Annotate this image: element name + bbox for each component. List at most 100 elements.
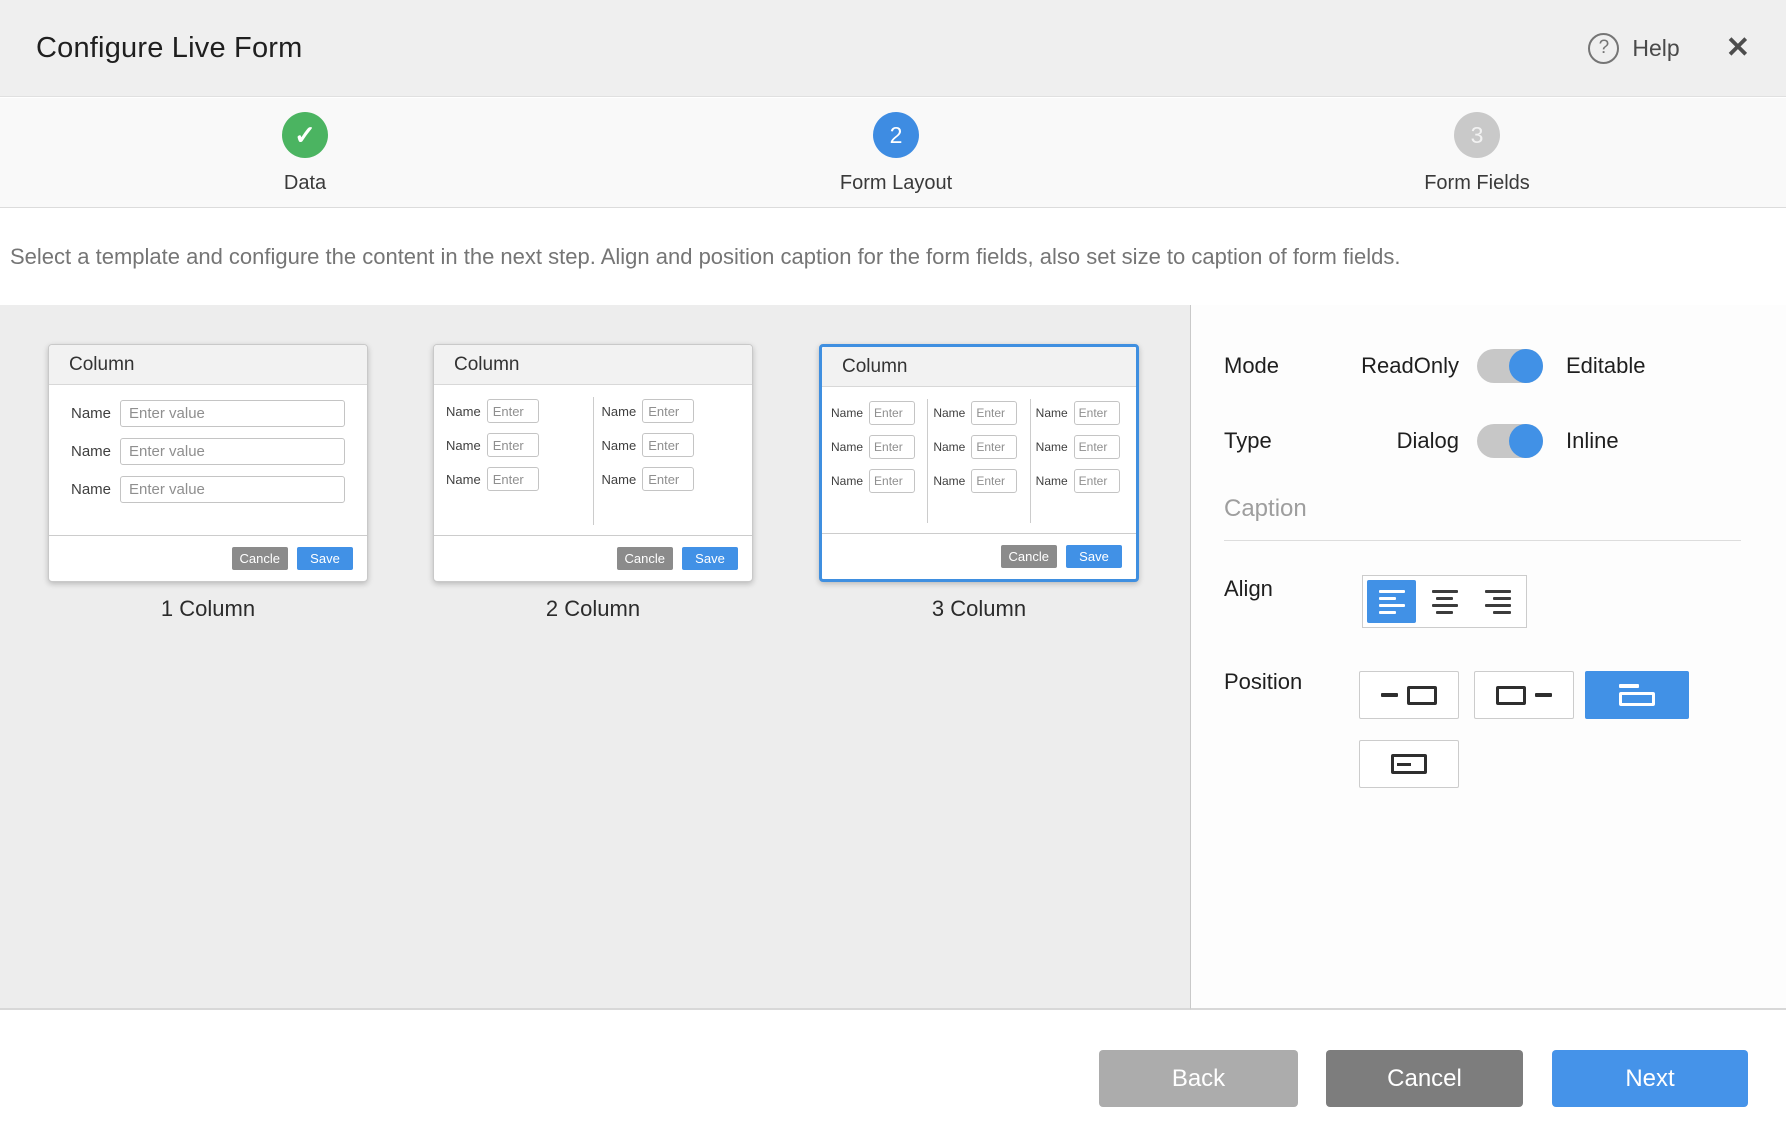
mini-form-title: Column — [434, 345, 752, 385]
mini-field-label: Name — [1036, 440, 1068, 454]
template-card-1-column[interactable]: Column Name Name Name Cancle Save — [48, 344, 368, 582]
step-form-layout[interactable]: 2 Form Layout — [776, 112, 1016, 195]
mini-input — [1074, 401, 1120, 425]
align-right-button[interactable] — [1473, 580, 1522, 623]
dialog-title: Configure Live Form — [36, 32, 303, 65]
position-label-left-button[interactable] — [1359, 671, 1459, 719]
mini-input — [869, 435, 915, 459]
next-button[interactable]: Next — [1552, 1050, 1748, 1107]
align-center-button[interactable] — [1420, 580, 1469, 623]
mini-input — [1074, 469, 1120, 493]
template-caption: 1 Column — [48, 596, 368, 622]
step-complete-check-icon: ✓ — [282, 112, 328, 158]
mini-form-footer: Cancle Save — [49, 535, 367, 581]
step-label: Form Layout — [840, 172, 952, 195]
mode-off-label: ReadOnly — [1299, 353, 1459, 379]
align-left-icon — [1379, 590, 1405, 614]
mini-form-footer: Cancle Save — [434, 535, 752, 581]
mini-form-column: Name Name Name — [927, 399, 1029, 523]
mini-field-label: Name — [446, 404, 481, 419]
mini-cancel-button: Cancle — [617, 547, 673, 570]
label-left-icon — [1381, 693, 1398, 697]
template-card-3-column[interactable]: Column Name Name Name Name Name Name Nam… — [819, 344, 1139, 582]
titlebar: Configure Live Form ? Help ✕ — [0, 0, 1786, 97]
mini-field-label: Name — [602, 404, 637, 419]
mini-input — [971, 435, 1017, 459]
mini-save-button: Save — [682, 547, 738, 570]
stepper: ✓ Data 2 Form Layout 3 Form Fields — [0, 98, 1786, 208]
mini-save-button: Save — [1066, 545, 1122, 568]
step-number: 3 — [1454, 112, 1500, 158]
help-button[interactable]: ? Help — [1588, 33, 1679, 64]
cancel-button[interactable]: Cancel — [1326, 1050, 1523, 1107]
mini-input — [487, 467, 539, 491]
mini-field-label: Name — [1036, 474, 1068, 488]
position-label-top-button[interactable] — [1585, 671, 1689, 719]
mini-input — [487, 399, 539, 423]
mini-field-label: Name — [446, 472, 481, 487]
step-label: Form Fields — [1424, 172, 1530, 195]
mini-form-footer: Cancle Save — [822, 533, 1136, 579]
mini-field-label: Name — [71, 481, 111, 498]
toggle-knob — [1509, 424, 1543, 458]
mini-input — [120, 476, 345, 503]
type-off-label: Dialog — [1299, 428, 1459, 454]
mini-input — [1074, 435, 1120, 459]
close-icon[interactable]: ✕ — [1726, 34, 1750, 63]
mini-form-title: Column — [822, 347, 1136, 387]
mini-field-label: Name — [71, 443, 111, 460]
mode-on-label: Editable — [1566, 353, 1646, 379]
mini-input — [642, 399, 694, 423]
mini-form-row: Name — [71, 438, 345, 465]
mini-save-button: Save — [297, 547, 353, 570]
position-label: Position — [1224, 669, 1302, 695]
template-caption: 3 Column — [819, 596, 1139, 622]
help-icon: ? — [1588, 33, 1619, 64]
mini-form-title: Column — [49, 345, 367, 385]
align-label: Align — [1224, 576, 1273, 602]
type-label: Type — [1224, 428, 1272, 454]
step-data[interactable]: ✓ Data — [185, 112, 425, 195]
mini-form-column: Name Name Name — [438, 397, 593, 525]
mini-form-column: Name Name Name — [593, 397, 749, 525]
label-top-icon — [1619, 684, 1655, 706]
position-label-inside-button[interactable] — [1359, 740, 1459, 788]
mini-form-column: Name Name Name — [1030, 399, 1132, 523]
align-right-icon — [1485, 590, 1511, 614]
mini-form-row: Name — [71, 400, 345, 427]
mini-input — [971, 469, 1017, 493]
step-form-fields[interactable]: 3 Form Fields — [1357, 112, 1597, 195]
mini-field-label: Name — [602, 472, 637, 487]
caption-divider — [1224, 540, 1741, 541]
mini-input — [120, 400, 345, 427]
mini-form-row: Name — [71, 476, 345, 503]
description-band: Select a template and configure the cont… — [0, 209, 1786, 305]
template-caption: 2 Column — [433, 596, 753, 622]
back-button[interactable]: Back — [1099, 1050, 1298, 1107]
mini-input — [869, 469, 915, 493]
mini-field-label: Name — [602, 438, 637, 453]
label-inside-icon — [1391, 754, 1427, 774]
step-number: 2 — [873, 112, 919, 158]
mini-field-label: Name — [446, 438, 481, 453]
mini-input — [869, 401, 915, 425]
help-label: Help — [1632, 35, 1679, 62]
step-description: Select a template and configure the cont… — [0, 244, 1400, 270]
configure-live-form-dialog: Configure Live Form ? Help ✕ ✓ Data 2 Fo… — [0, 0, 1786, 1142]
mini-field-label: Name — [71, 405, 111, 422]
mini-field-label: Name — [831, 406, 863, 420]
template-card-2-column[interactable]: Column Name Name Name Name Name Name Can… — [433, 344, 753, 582]
position-label-right-button[interactable] — [1474, 671, 1574, 719]
label-right-icon — [1496, 686, 1526, 705]
step-label: Data — [284, 172, 326, 195]
mini-field-label: Name — [933, 406, 965, 420]
type-toggle[interactable] — [1477, 424, 1543, 458]
mini-form-column: Name Name Name — [826, 399, 927, 523]
mini-input — [120, 438, 345, 465]
align-left-button[interactable] — [1367, 580, 1416, 623]
template-gallery: Column Name Name Name Cancle Save — [0, 305, 1190, 1010]
mode-label: Mode — [1224, 353, 1279, 379]
mode-toggle[interactable] — [1477, 349, 1543, 383]
align-center-icon — [1432, 590, 1458, 614]
mini-cancel-button: Cancle — [1001, 545, 1057, 568]
